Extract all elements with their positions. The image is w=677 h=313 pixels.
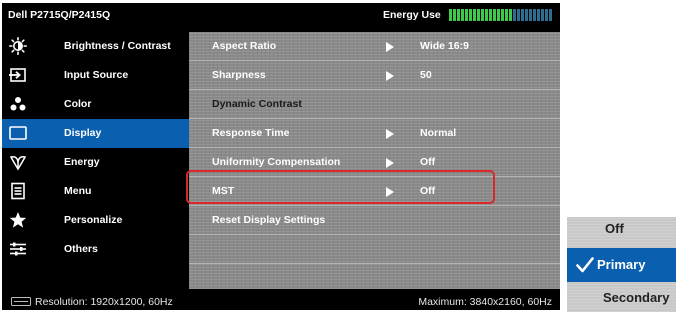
input-source-icon bbox=[9, 68, 26, 82]
sidebar-item-label: Color bbox=[64, 98, 92, 110]
energy-segment bbox=[457, 9, 460, 21]
setting-row-response-time[interactable]: Response Time Normal bbox=[189, 119, 560, 148]
energy-segment bbox=[525, 9, 528, 21]
sidebar-item-label: Display bbox=[64, 127, 102, 139]
sidebar-item-label: Brightness / Contrast bbox=[64, 40, 171, 52]
energy-segment bbox=[465, 9, 468, 21]
energy-icon bbox=[9, 156, 27, 171]
option-label: Secondary bbox=[603, 290, 670, 305]
energy-segment bbox=[453, 9, 456, 21]
mst-option-primary[interactable]: Primary bbox=[567, 248, 676, 282]
sidebar-item-display[interactable]: Display bbox=[2, 119, 189, 148]
setting-label: Sharpness bbox=[212, 69, 266, 81]
energy-segment bbox=[545, 9, 548, 21]
energy-segment bbox=[493, 9, 496, 21]
sidebar-item-label: Menu bbox=[64, 185, 92, 197]
energy-segment bbox=[537, 9, 540, 21]
setting-row-reset-display-settings[interactable]: Reset Display Settings bbox=[189, 206, 560, 235]
setting-value: Normal bbox=[420, 127, 457, 139]
energy-segment bbox=[517, 9, 520, 21]
sidebar-item-label: Personalize bbox=[64, 214, 123, 226]
setting-value: Wide 16:9 bbox=[420, 40, 469, 52]
setting-row-dynamic-contrast: Dynamic Contrast bbox=[189, 90, 560, 119]
option-label: Primary bbox=[597, 257, 646, 272]
energy-segment bbox=[481, 9, 484, 21]
sidebar-item-personalize[interactable]: Personalize bbox=[2, 206, 189, 235]
display-icon bbox=[9, 126, 27, 140]
setting-label: Uniformity Compensation bbox=[212, 156, 341, 168]
energy-segment bbox=[529, 9, 532, 21]
energy-segment bbox=[477, 9, 480, 21]
mst-highlight-box bbox=[186, 170, 495, 204]
option-label: Off bbox=[605, 221, 624, 236]
setting-row-empty bbox=[189, 235, 560, 264]
setting-label: Dynamic Contrast bbox=[212, 98, 302, 110]
energy-segment bbox=[497, 9, 500, 21]
color-icon bbox=[10, 97, 26, 111]
energy-segment bbox=[533, 9, 536, 21]
current-resolution: Resolution: 1920x1200, 60Hz bbox=[35, 296, 173, 308]
mst-options-dropdown: Off Primary Secondary bbox=[567, 217, 676, 312]
energy-segment bbox=[549, 9, 552, 21]
right-arrow-icon bbox=[386, 42, 394, 52]
sidebar-item-label: Others bbox=[64, 243, 98, 255]
sidebar-item-energy[interactable]: Energy bbox=[2, 148, 189, 177]
setting-row-sharpness[interactable]: Sharpness 50 bbox=[189, 61, 560, 90]
checkmark-icon bbox=[576, 257, 594, 273]
osd-footer: Resolution: 1920x1200, 60Hz Maximum: 384… bbox=[2, 293, 560, 310]
maximum-resolution: Maximum: 3840x2160, 60Hz bbox=[418, 296, 552, 308]
resolution-icon bbox=[11, 297, 31, 306]
mst-option-off[interactable]: Off bbox=[567, 217, 676, 245]
osd-settings-panel: Aspect Ratio Wide 16:9 Sharpness 50 Dyna… bbox=[189, 32, 560, 289]
energy-use-meter bbox=[449, 9, 552, 21]
energy-segment bbox=[501, 9, 504, 21]
sidebar-item-input-source[interactable]: Input Source bbox=[2, 61, 189, 90]
energy-segment bbox=[513, 9, 516, 21]
setting-label: Aspect Ratio bbox=[212, 40, 277, 52]
energy-segment bbox=[489, 9, 492, 21]
sidebar-item-brightness-contrast[interactable]: Brightness / Contrast bbox=[2, 32, 189, 61]
star-icon bbox=[9, 212, 27, 228]
energy-segment bbox=[485, 9, 488, 21]
setting-value: Off bbox=[420, 156, 436, 168]
monitor-osd-menu: Dell P2715Q/P2415Q Energy Use Brightness… bbox=[2, 3, 560, 310]
sidebar-item-label: Input Source bbox=[64, 69, 129, 81]
energy-segment bbox=[469, 9, 472, 21]
model-name: Dell P2715Q/P2415Q bbox=[8, 9, 111, 21]
energy-segment bbox=[521, 9, 524, 21]
sliders-icon bbox=[10, 242, 26, 256]
brightness-icon bbox=[9, 37, 27, 55]
sidebar-item-color[interactable]: Color bbox=[2, 90, 189, 119]
right-arrow-icon bbox=[386, 129, 394, 139]
setting-label: Response Time bbox=[212, 127, 290, 139]
sidebar-item-label: Energy bbox=[64, 156, 100, 168]
right-arrow-icon bbox=[386, 158, 394, 168]
energy-segment bbox=[473, 9, 476, 21]
osd-header: Dell P2715Q/P2415Q Energy Use bbox=[2, 3, 560, 28]
sidebar-item-others[interactable]: Others bbox=[2, 235, 189, 264]
menu-icon bbox=[11, 182, 25, 200]
energy-segment bbox=[505, 9, 508, 21]
energy-segment bbox=[541, 9, 544, 21]
energy-segment bbox=[509, 9, 512, 21]
setting-row-aspect-ratio[interactable]: Aspect Ratio Wide 16:9 bbox=[189, 32, 560, 61]
energy-use-label: Energy Use bbox=[383, 9, 441, 21]
osd-sidebar: Brightness / Contrast Input Source Color… bbox=[2, 32, 189, 289]
setting-value: 50 bbox=[420, 69, 432, 81]
right-arrow-icon bbox=[386, 71, 394, 81]
energy-segment bbox=[461, 9, 464, 21]
sidebar-item-menu[interactable]: Menu bbox=[2, 177, 189, 206]
energy-segment bbox=[449, 9, 452, 21]
setting-label: Reset Display Settings bbox=[212, 214, 326, 226]
mst-option-secondary[interactable]: Secondary bbox=[567, 285, 676, 312]
